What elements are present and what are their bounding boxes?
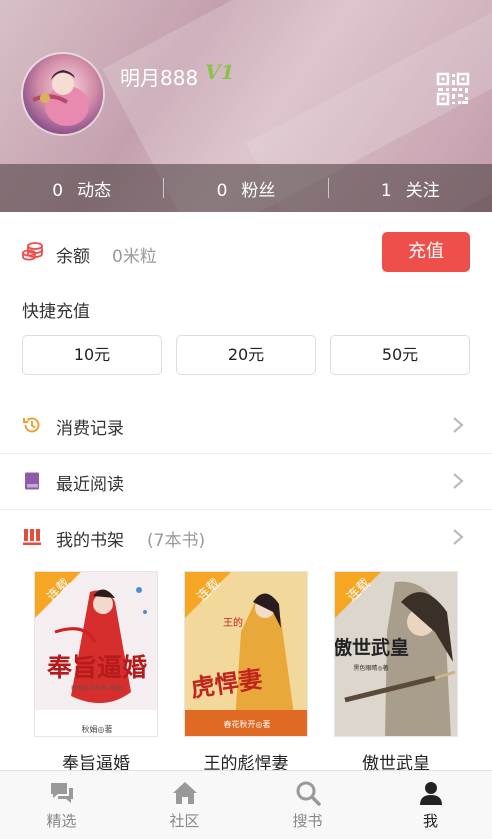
- stat-label: 动态: [77, 180, 112, 201]
- recent-reading-row[interactable]: 最近阅读: [0, 454, 492, 509]
- balance-label: 余额: [56, 247, 90, 267]
- person-icon: [419, 782, 442, 805]
- qr-code-icon[interactable]: [436, 72, 470, 106]
- stat-label: 关注: [405, 180, 440, 201]
- bookshelf-icon: [23, 529, 41, 545]
- tab-community[interactable]: 社区: [123, 771, 246, 839]
- recharge-button[interactable]: 充值: [382, 232, 470, 272]
- stat-label: 粉丝: [241, 180, 276, 201]
- bottom-tab-bar: 精选 社区 搜书 我: [0, 770, 492, 839]
- tab-label: 我: [422, 812, 438, 830]
- recharge-amount-20[interactable]: 20元: [176, 335, 316, 375]
- tab-featured[interactable]: 精选: [0, 771, 123, 839]
- cover-author: 秋娟◎著: [82, 724, 113, 734]
- home-icon: [172, 782, 197, 804]
- search-icon: [296, 781, 321, 806]
- tab-label: 社区: [169, 812, 200, 830]
- stat-fans[interactable]: 0 粉丝: [164, 176, 327, 201]
- stats-bar: 0 动态 0 粉丝 1 关注: [0, 164, 492, 212]
- cover-author: 春花秋开◎著: [224, 719, 271, 729]
- chevron-right-icon: [453, 473, 464, 489]
- username: 明月888: [120, 66, 199, 90]
- book-item[interactable]: 连载 王的 虎悍妻 春花秋开◎著 王的彪悍妻: [184, 571, 308, 774]
- quick-recharge-title: 快捷充值: [22, 302, 90, 322]
- cover-author: 黑色眼睛◎著: [353, 664, 388, 672]
- row-label: 我的书架: [56, 531, 124, 551]
- cover-title: 奉旨逼婚: [46, 653, 147, 682]
- avatar[interactable]: [23, 54, 103, 134]
- chevron-right-icon: [453, 529, 464, 545]
- book-item[interactable]: 连载 傲世武皇 黑色眼睛◎著 傲世武皇: [334, 571, 458, 774]
- book-item[interactable]: 连载 奉旨逼婚 FENG ZHI BI HUN 秋娟◎著 奉旨逼婚: [34, 571, 158, 774]
- bookshelf-row[interactable]: 我的书架 (7本书): [0, 510, 492, 565]
- coins-icon: [22, 242, 43, 261]
- balance-value: 0米粒: [112, 247, 157, 267]
- vip-badge: V1: [205, 60, 235, 84]
- book-cover[interactable]: 连载 王的 虎悍妻 春花秋开◎著: [184, 571, 308, 737]
- row-label: 消费记录: [56, 419, 124, 439]
- chat-icon: [50, 783, 73, 803]
- cover-title: 傲世武皇: [335, 636, 409, 659]
- tab-label: 搜书: [292, 812, 323, 830]
- stat-posts[interactable]: 0 动态: [0, 176, 163, 201]
- book-icon: [25, 472, 39, 490]
- tab-search-books[interactable]: 搜书: [246, 771, 369, 839]
- stat-count: 0: [52, 180, 64, 201]
- book-cover[interactable]: 连载 傲世武皇 黑色眼睛◎著: [334, 571, 458, 737]
- history-icon: [23, 417, 40, 433]
- stat-following[interactable]: 1 关注: [329, 176, 492, 201]
- consumption-record-row[interactable]: 消费记录: [0, 398, 492, 453]
- row-label: 最近阅读: [56, 475, 124, 495]
- shelf-count: (7本书): [147, 531, 206, 551]
- tab-label: 精选: [46, 812, 77, 830]
- cover-small-title: 王的: [223, 616, 243, 629]
- recharge-amount-10[interactable]: 10元: [22, 335, 162, 375]
- stat-count: 0: [216, 180, 228, 201]
- book-cover[interactable]: 连载 奉旨逼婚 FENG ZHI BI HUN 秋娟◎著: [34, 571, 158, 737]
- stat-count: 1: [380, 180, 392, 201]
- chevron-right-icon: [453, 417, 464, 433]
- tab-me[interactable]: 我: [369, 771, 492, 839]
- recharge-amount-50[interactable]: 50元: [330, 335, 470, 375]
- cover-subtitle: FENG ZHI BI HUN: [71, 685, 123, 692]
